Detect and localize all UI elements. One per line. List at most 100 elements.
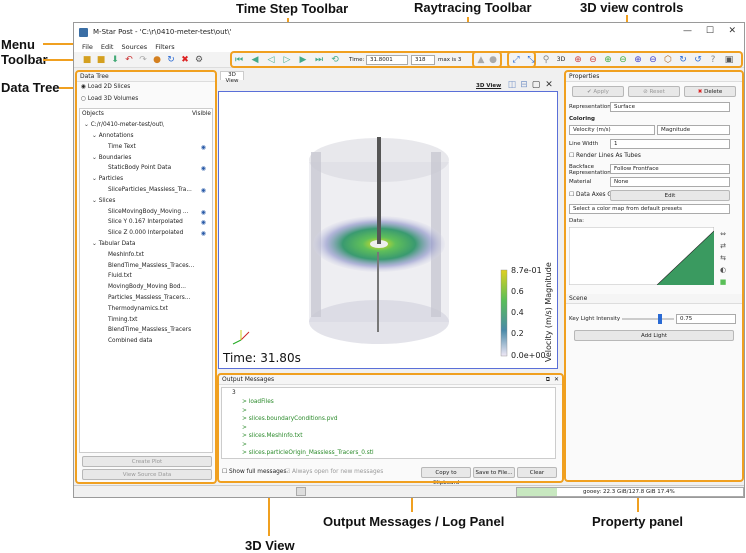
tree-item[interactable]: Thermodynamics.txt bbox=[108, 306, 168, 312]
tree-item[interactable]: Particles_Massless_Tracers... bbox=[108, 295, 190, 301]
play-icon[interactable]: ▷ bbox=[282, 55, 292, 65]
isometric-view-icon[interactable]: ⬡ bbox=[663, 55, 673, 65]
tree-item[interactable]: Slice Z 0.000 Interpolated bbox=[108, 230, 183, 236]
color-swatch-icon[interactable]: ■ bbox=[718, 277, 728, 287]
backface-select[interactable]: Follow Frontface bbox=[610, 164, 730, 174]
open-recent-icon[interactable]: ■ bbox=[96, 55, 106, 65]
view-minus-z-icon[interactable]: ⊖ bbox=[648, 55, 658, 65]
view-plus-z-icon[interactable]: ⊕ bbox=[633, 55, 643, 65]
menu-filters[interactable]: Filters bbox=[155, 43, 174, 51]
next-step-icon[interactable]: ▶ bbox=[298, 55, 308, 65]
split-vertical-icon[interactable]: ⊟ bbox=[519, 80, 529, 90]
tree-item[interactable]: Timing.txt bbox=[108, 317, 137, 323]
render-viewport[interactable]: 8.7e-01 0.6 0.4 0.2 0.0e+00 Velocity (m/… bbox=[218, 91, 558, 369]
tree-item[interactable]: Combined data bbox=[108, 338, 152, 344]
screenshot-icon[interactable]: ▣ bbox=[724, 55, 734, 65]
tab-3d-view[interactable]: 3D View bbox=[220, 71, 244, 84]
add-light-button[interactable]: Add Light bbox=[574, 330, 734, 341]
step-value-input[interactable]: 318 bbox=[411, 55, 435, 65]
render-tubes-checkbox[interactable]: ☐ Render Lines As Tubes bbox=[569, 153, 641, 159]
view-minus-x-icon[interactable]: ⊖ bbox=[588, 55, 598, 65]
tree-item[interactable]: MeshInfo.txt bbox=[108, 252, 144, 258]
rotate-90-icon[interactable]: ↻ bbox=[678, 55, 688, 65]
menu-sources[interactable]: Sources bbox=[121, 43, 147, 51]
settings-icon[interactable]: ⚙ bbox=[194, 55, 204, 65]
view-type-link[interactable]: 3D View bbox=[476, 83, 501, 89]
radio-load-2d[interactable]: ◉ Load 2D Slices bbox=[81, 84, 130, 90]
apply-button[interactable]: ✔ Apply bbox=[572, 86, 624, 97]
help-icon[interactable]: ? bbox=[708, 55, 718, 65]
rotate-minus-90-icon[interactable]: ↺ bbox=[693, 55, 703, 65]
tree-item[interactable]: MovingBody_Moving Bod... bbox=[108, 284, 186, 290]
status-icon[interactable] bbox=[296, 487, 306, 496]
tree-item[interactable]: ⌄ Slices bbox=[92, 198, 115, 204]
close-view-icon[interactable]: ✕ bbox=[544, 80, 554, 90]
invert-icon[interactable]: ◐ bbox=[718, 265, 728, 275]
representation-select[interactable]: Surface bbox=[610, 102, 730, 112]
view-source-data-button[interactable]: View Source Data bbox=[82, 469, 212, 480]
minimize-icon[interactable]: — bbox=[683, 26, 692, 36]
close-icon[interactable]: ✕ bbox=[728, 26, 736, 36]
step-back-icon[interactable]: ◁ bbox=[266, 55, 276, 65]
maximize-view-icon[interactable]: ▢ bbox=[531, 80, 541, 90]
tree-root[interactable]: ⌄ C:/r/0410-meter-test/out\ bbox=[84, 122, 164, 128]
reset-button[interactable]: ⊘ Reset bbox=[628, 86, 680, 97]
key-light-input[interactable]: 0.75 bbox=[676, 314, 736, 324]
zoom-fit-icon[interactable]: ⤡ bbox=[526, 55, 536, 65]
delete-x-icon[interactable]: ✖ bbox=[180, 55, 190, 65]
visibility-eye-icon[interactable]: ◉ bbox=[201, 230, 206, 237]
refresh-icon[interactable]: ↻ bbox=[166, 55, 176, 65]
time-value-input[interactable]: 31.8001 bbox=[366, 55, 408, 65]
tree-item[interactable]: SliceParticles_Massless_Tra... bbox=[108, 187, 192, 193]
menu-edit[interactable]: Edit bbox=[101, 43, 114, 51]
raytrace-icon[interactable]: ▲ bbox=[476, 55, 486, 65]
radio-load-3d[interactable]: ○ Load 3D Volumes bbox=[81, 96, 138, 102]
view-plus-y-icon[interactable]: ⊕ bbox=[603, 55, 613, 65]
palette-icon[interactable]: ● bbox=[152, 55, 162, 65]
zoom-box-icon[interactable]: ⚲ bbox=[541, 55, 551, 65]
line-width-input[interactable]: 1 bbox=[610, 139, 730, 149]
last-frame-icon[interactable]: ⏭ bbox=[314, 55, 324, 65]
tree-item[interactable]: ⌄ Boundaries bbox=[92, 155, 131, 161]
split-horizontal-icon[interactable]: ◫ bbox=[507, 80, 517, 90]
tree-item[interactable]: SliceMovingBody_Moving ... bbox=[108, 209, 188, 215]
tree-item[interactable]: BlendTime_Massless_Tracers bbox=[108, 327, 191, 333]
tree-item[interactable]: ⌄ Particles bbox=[92, 176, 123, 182]
redo-icon[interactable]: ↷ bbox=[138, 55, 148, 65]
tree-item[interactable]: BlendTime_Massless_Traces... bbox=[108, 263, 194, 269]
view-minus-y-icon[interactable]: ⊖ bbox=[618, 55, 628, 65]
undo-icon[interactable]: ↶ bbox=[124, 55, 134, 65]
key-light-thumb[interactable] bbox=[658, 314, 662, 324]
material-select[interactable]: None bbox=[610, 177, 730, 187]
edit-button[interactable]: Edit bbox=[610, 190, 730, 201]
first-frame-icon[interactable]: ⏮ bbox=[234, 55, 244, 65]
open-folder-icon[interactable]: ■ bbox=[82, 55, 92, 65]
tree-item[interactable]: Fluid.txt bbox=[108, 273, 132, 279]
create-plot-button[interactable]: Create Plot bbox=[82, 456, 212, 467]
toggle-3d-icon[interactable]: 3D bbox=[556, 55, 566, 65]
visibility-eye-icon[interactable]: ◉ bbox=[201, 187, 206, 194]
visibility-eye-icon[interactable]: ◉ bbox=[201, 165, 206, 172]
delete-button[interactable]: ✖ Delete bbox=[684, 86, 736, 97]
tree-item[interactable]: ⌄ Annotations bbox=[92, 133, 134, 139]
rescale-visible-icon[interactable]: ⇆ bbox=[718, 253, 728, 263]
maximize-icon[interactable]: ☐ bbox=[706, 26, 714, 36]
visibility-eye-icon[interactable]: ◉ bbox=[201, 144, 206, 151]
custom-range-icon[interactable]: ⇄ bbox=[718, 241, 728, 251]
loop-icon[interactable]: ⟲ bbox=[330, 55, 340, 65]
prev-step-icon[interactable]: ◀ bbox=[250, 55, 260, 65]
tree-item[interactable]: Slice Y 0.167 Interpolated bbox=[108, 219, 183, 225]
visibility-eye-icon[interactable]: ◉ bbox=[201, 219, 206, 226]
save-icon[interactable]: ⬇ bbox=[110, 55, 120, 65]
menu-file[interactable]: File bbox=[82, 43, 93, 51]
reset-camera-icon[interactable]: ⤢ bbox=[511, 55, 521, 65]
color-preset-select[interactable]: Select a color map from default presets bbox=[569, 204, 730, 214]
raytrace-settings-icon[interactable]: ● bbox=[488, 55, 498, 65]
tree-item[interactable]: Time Text bbox=[108, 144, 136, 150]
coloring-select[interactable]: Velocity (m/s) bbox=[569, 125, 655, 135]
tree-item[interactable]: ⌄ Tabular Data bbox=[92, 241, 135, 247]
rescale-range-icon[interactable]: ⇔ bbox=[718, 229, 728, 239]
key-light-slider[interactable] bbox=[622, 314, 674, 324]
coloring-mode-select[interactable]: Magnitude bbox=[657, 125, 730, 135]
view-plus-x-icon[interactable]: ⊕ bbox=[573, 55, 583, 65]
